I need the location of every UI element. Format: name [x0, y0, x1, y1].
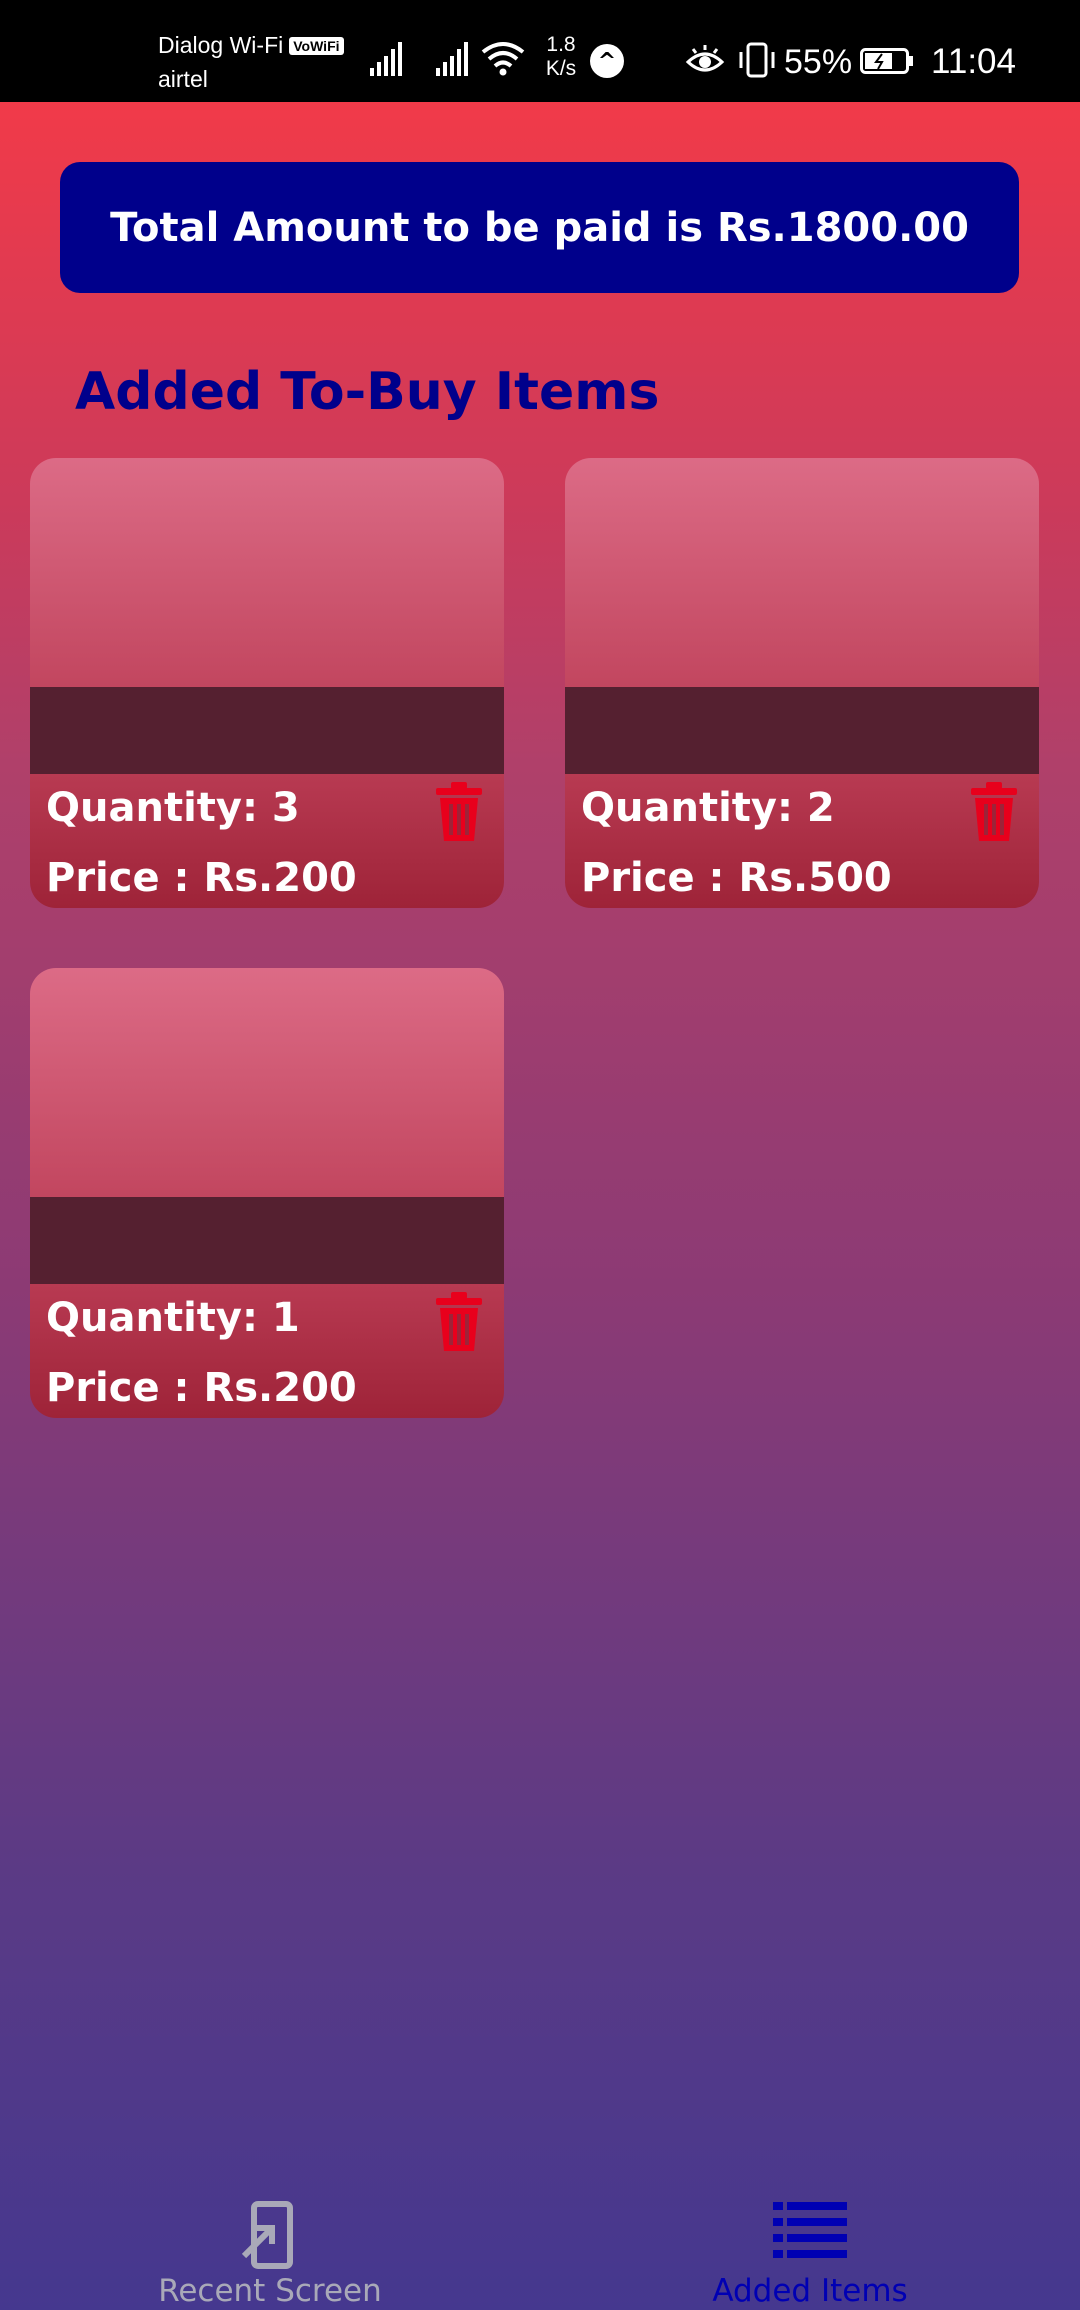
vibrate-icon [739, 42, 775, 78]
item-details: Quantity: 3 Price : Rs.200 [30, 774, 504, 908]
clock: 11:04 [931, 42, 1016, 81]
delete-trash-icon[interactable] [434, 781, 484, 843]
carrier-primary: Dialog Wi-Fi [158, 32, 284, 58]
nav-added-label: Added Items [712, 2273, 908, 2309]
status-bar: Dialog Wi-Fi VoWiFi airtel 1.8 K/s ^ 55% [0, 0, 1080, 102]
item-image [30, 458, 504, 687]
cellular-signal-icon-2 [436, 42, 468, 76]
network-speed: 1.8 K/s [545, 33, 577, 80]
nav-recent-label: Recent Screen [158, 2273, 382, 2309]
nav-recent-screen[interactable]: Recent Screen [120, 2195, 420, 2310]
section-title: Added To-Buy Items [75, 362, 660, 422]
vowifi-badge: VoWiFi [289, 37, 344, 55]
item-card[interactable]: Quantity: 2 Price : Rs.500 [565, 458, 1039, 908]
wifi-icon [481, 42, 525, 76]
item-price: Price : Rs.500 [581, 855, 892, 901]
item-quantity: Quantity: 1 [46, 1295, 300, 1341]
item-card[interactable]: Quantity: 1 Price : Rs.200 [30, 968, 504, 1418]
item-details: Quantity: 1 Price : Rs.200 [30, 1284, 504, 1418]
main-content: Total Amount to be paid is Rs.1800.00 Ad… [0, 102, 1080, 2310]
battery-charging-icon [860, 48, 913, 74]
open-in-app-icon [241, 2201, 293, 2269]
item-title-band [565, 687, 1039, 774]
item-card[interactable]: Quantity: 3 Price : Rs.200 [30, 458, 504, 908]
carrier-info: Dialog Wi-Fi VoWiFi airtel [158, 28, 344, 96]
delete-trash-icon[interactable] [434, 1291, 484, 1353]
cellular-signal-icon [370, 42, 402, 76]
item-details: Quantity: 2 Price : Rs.500 [565, 774, 1039, 908]
list-icon [773, 2202, 847, 2258]
total-amount-banner: Total Amount to be paid is Rs.1800.00 [60, 162, 1019, 293]
item-image [565, 458, 1039, 687]
item-price: Price : Rs.200 [46, 1365, 357, 1411]
battery-percent: 55% [784, 43, 853, 81]
item-title-band [30, 687, 504, 774]
item-image [30, 968, 504, 1197]
delete-trash-icon[interactable] [969, 781, 1019, 843]
item-quantity: Quantity: 3 [46, 785, 300, 831]
eye-comfort-icon [685, 45, 725, 72]
app-notification-icon: ^ [590, 44, 624, 78]
item-title-band [30, 1197, 504, 1284]
nav-added-items[interactable]: Added Items [660, 2195, 960, 2310]
item-quantity: Quantity: 2 [581, 785, 835, 831]
item-price: Price : Rs.200 [46, 855, 357, 901]
carrier-secondary: airtel [158, 66, 208, 92]
